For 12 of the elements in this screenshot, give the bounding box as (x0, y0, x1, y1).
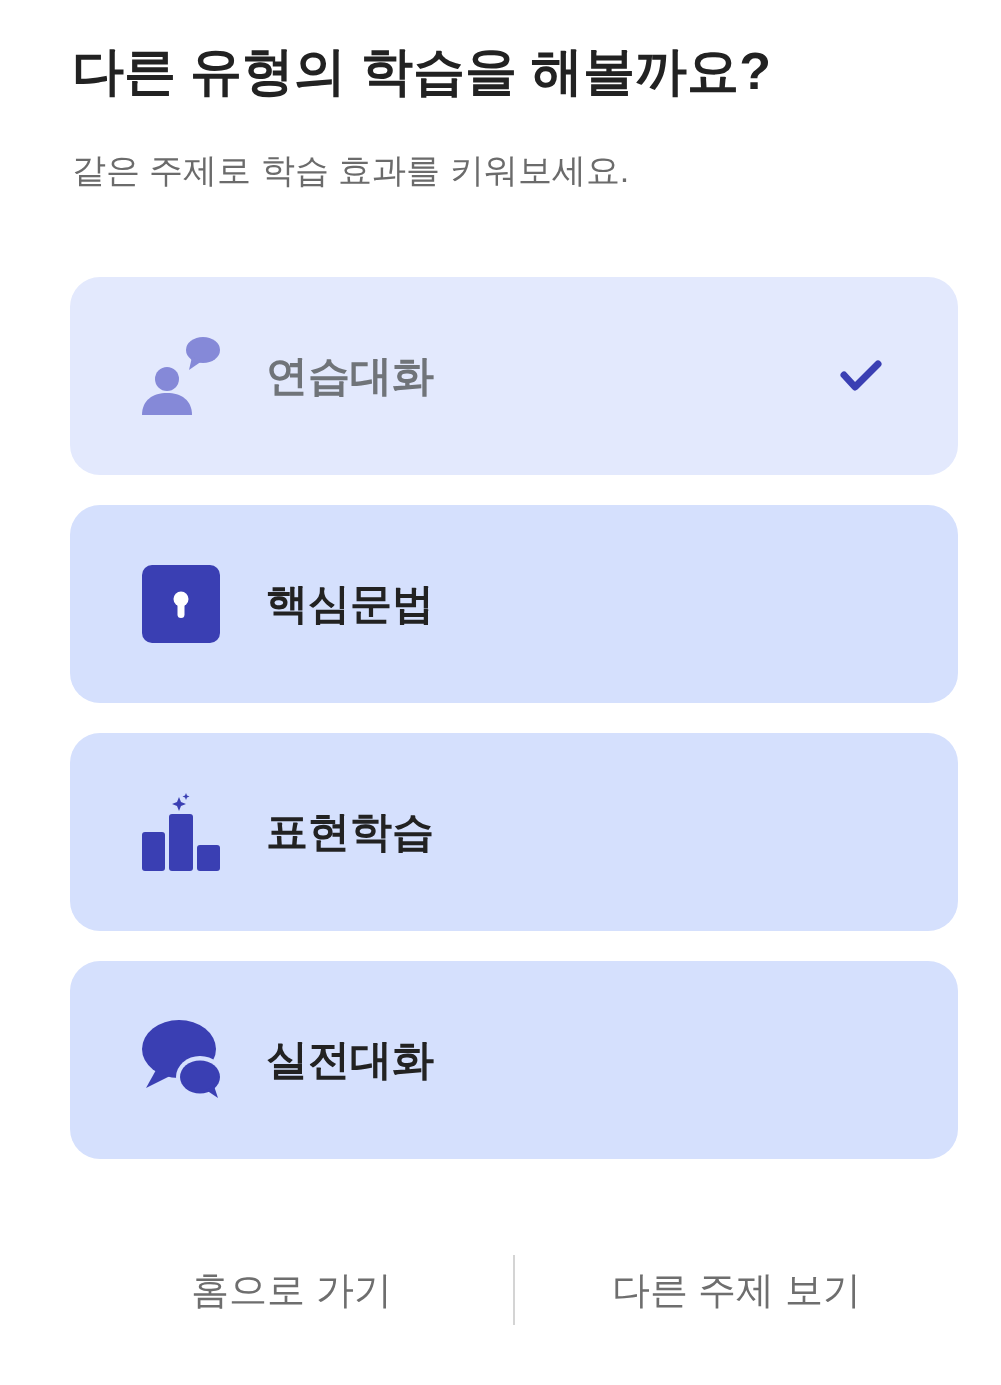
page-title: 다른 유형의 학습을 해볼까요? (71, 41, 772, 102)
study-option-card[interactable]: 핵심문법 (70, 505, 958, 703)
study-option-card[interactable]: 실전대화 (70, 961, 958, 1159)
study-option-card[interactable]: 연습대화 (70, 277, 958, 475)
home-button[interactable]: 홈으로 가기 (187, 1266, 396, 1314)
speech-bubbles-icon (142, 1020, 220, 1100)
person-speech-icon (142, 337, 220, 415)
bar-chart-sparkle-icon (142, 793, 220, 871)
study-option-card[interactable]: 표현학습 (70, 733, 958, 931)
page-subtitle: 같은 주제로 학습 효과를 키워보세요. (71, 150, 630, 191)
other-topic-button[interactable]: 다른 주제 보기 (607, 1266, 866, 1314)
keyhole-icon (142, 565, 220, 643)
